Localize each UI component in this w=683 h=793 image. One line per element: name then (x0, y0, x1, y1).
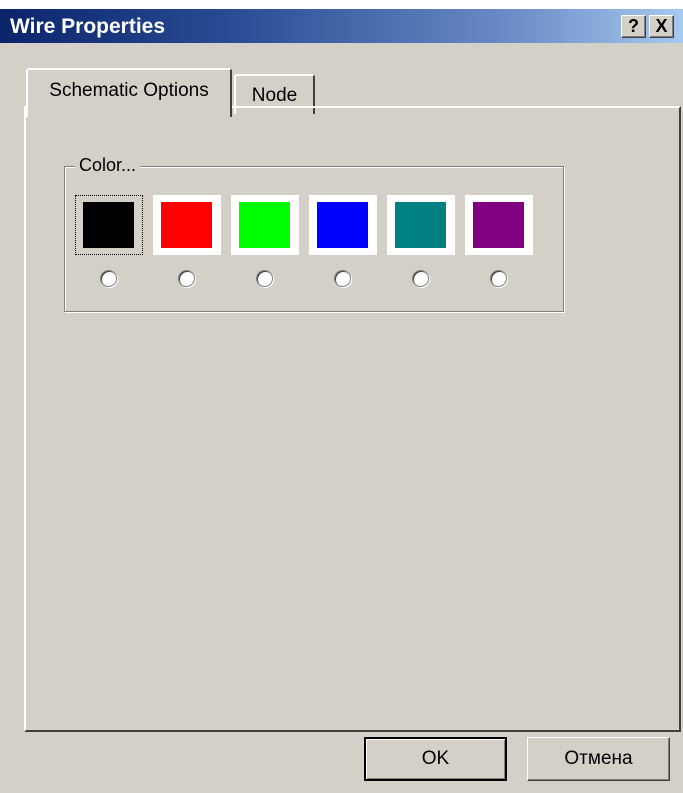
window-title: Wire Properties (10, 15, 166, 38)
cancel-button[interactable]: Отмена (527, 737, 670, 781)
radio-green[interactable] (256, 270, 273, 287)
color-swatch (395, 202, 446, 248)
swatch-blue[interactable] (309, 195, 377, 255)
tab-schematic-options[interactable]: Schematic Options (26, 68, 232, 117)
radio-purple[interactable] (490, 270, 507, 287)
swatch-purple[interactable] (465, 195, 533, 255)
radio-red[interactable] (178, 270, 195, 287)
swatch-black[interactable] (75, 195, 143, 255)
color-groupbox: Color... (64, 155, 564, 312)
radio-teal[interactable] (412, 270, 429, 287)
swatch-teal[interactable] (387, 195, 455, 255)
color-swatch (239, 202, 290, 248)
color-swatch (317, 202, 368, 248)
radio-blue[interactable] (334, 270, 351, 287)
color-swatch (83, 202, 134, 248)
color-swatch (473, 202, 524, 248)
ok-button[interactable]: OK (364, 737, 507, 781)
tab-panel-schematic-options: Color... (24, 106, 681, 732)
color-group-label: Color... (75, 155, 141, 176)
swatch-green[interactable] (231, 195, 299, 255)
swatch-red[interactable] (153, 195, 221, 255)
radio-black[interactable] (100, 270, 117, 287)
close-button[interactable]: X (649, 15, 674, 38)
title-bar[interactable]: Wire Properties ? X (0, 9, 683, 43)
color-swatch (161, 202, 212, 248)
help-button[interactable]: ? (621, 15, 646, 38)
wire-properties-dialog: Wire Properties ? X Schematic Options No… (0, 9, 683, 793)
